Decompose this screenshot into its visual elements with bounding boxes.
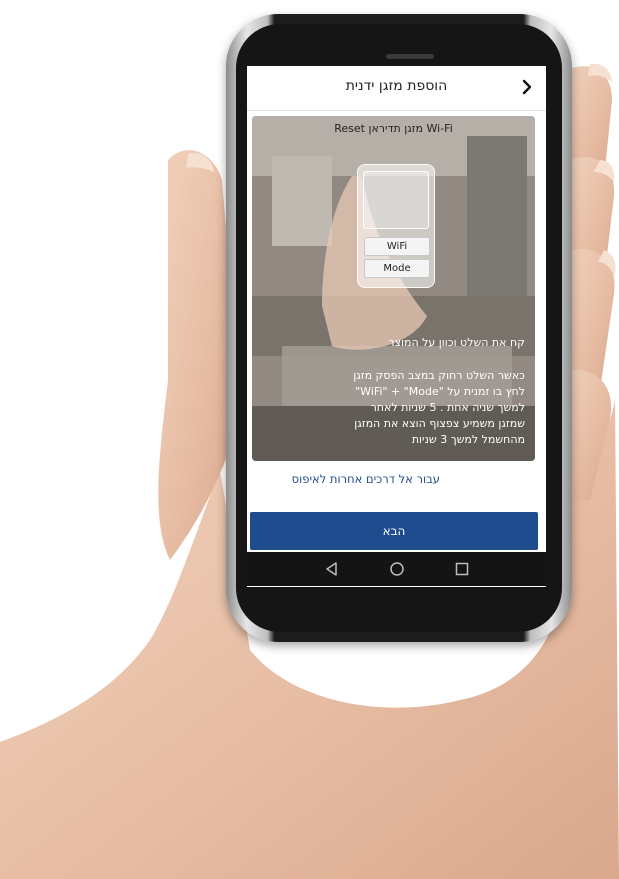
instruction-line: כאשר השלט רחוק במצב הפסק מזגן (353, 369, 525, 382)
instruction-line: לחץ בו זמנית על "WiFi" + "Mode" (355, 385, 525, 398)
page-title: הוספת מזגן ידנית (345, 78, 448, 94)
remote-display (363, 171, 429, 229)
chevron-right-icon (522, 79, 532, 95)
android-nav-bar (247, 552, 546, 586)
remote-mode-button: Mode (364, 259, 430, 278)
back-button[interactable] (516, 75, 538, 99)
home-circle-icon[interactable] (388, 560, 406, 578)
instruction-line: שמזגן משמיע צפצוף הוצא את המזגן (354, 417, 525, 430)
instruction-line: למשך שניה אחת . 5 שניות לאחר (370, 401, 525, 414)
card-title: Wi-Fi מזגן תדיראן Reset (334, 122, 453, 135)
back-triangle-icon[interactable] (323, 560, 341, 578)
next-button[interactable]: הבא (250, 512, 538, 550)
instruction-lead: קח את השלט וכוון על המוצר (388, 336, 525, 349)
remote-control: WiFi Mode (357, 164, 435, 288)
app-screen: הוספת מזגן ידנית Wi-Fi מזגן תדיראן Reset… (247, 66, 546, 587)
speaker-grille (386, 54, 434, 59)
app-header: הוספת מזגן ידנית (247, 66, 546, 111)
instruction-line: מהחשמל למשך 3 שניות (411, 433, 525, 446)
other-reset-methods-link[interactable]: עבור אל דרכים אחרות לאיפוס (250, 472, 440, 486)
instruction-text: כאשר השלט רחוק במצב הפסק מזגן לחץ בו זמנ… (262, 368, 525, 448)
instruction-card: Wi-Fi מזגן תדיראן Reset WiFi Mode קח את … (252, 116, 535, 461)
recents-square-icon[interactable] (453, 560, 471, 578)
remote-wifi-button: WiFi (364, 237, 430, 256)
